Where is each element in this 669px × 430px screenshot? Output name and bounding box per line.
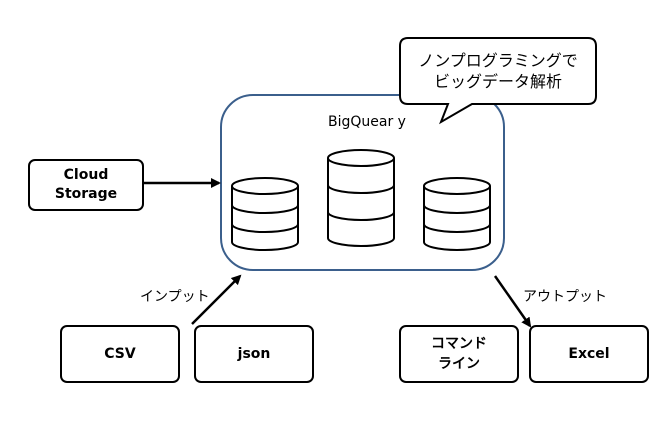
cloud-storage-line-1: Cloud [63, 167, 109, 183]
output-arrow-label: アウトプット [523, 289, 607, 305]
input-arrow-label: インプット [140, 289, 210, 305]
callout-text: ノンプログラミングで ビッグデータ解析 [400, 40, 596, 102]
excel-label: Excel [568, 346, 610, 362]
callout-line-2: ビッグデータ解析 [433, 72, 562, 91]
database-cylinder-left [231, 177, 299, 251]
callout-line-1: ノンプログラミングで [418, 51, 578, 70]
json-label: json [237, 346, 271, 362]
cloud-storage-line-2: Storage [54, 186, 118, 202]
command-line-line-2: ライン [438, 356, 480, 372]
database-cylinder-center [327, 149, 395, 247]
command-line-line-1: コマンド [431, 336, 487, 352]
csv-label: CSV [104, 346, 136, 362]
bigquery-label: BigQuear y [328, 114, 406, 130]
cloud-storage-label: Cloud Storage [29, 160, 143, 210]
database-cylinder-right [423, 177, 491, 251]
command-line-label: コマンド ライン [400, 326, 518, 382]
